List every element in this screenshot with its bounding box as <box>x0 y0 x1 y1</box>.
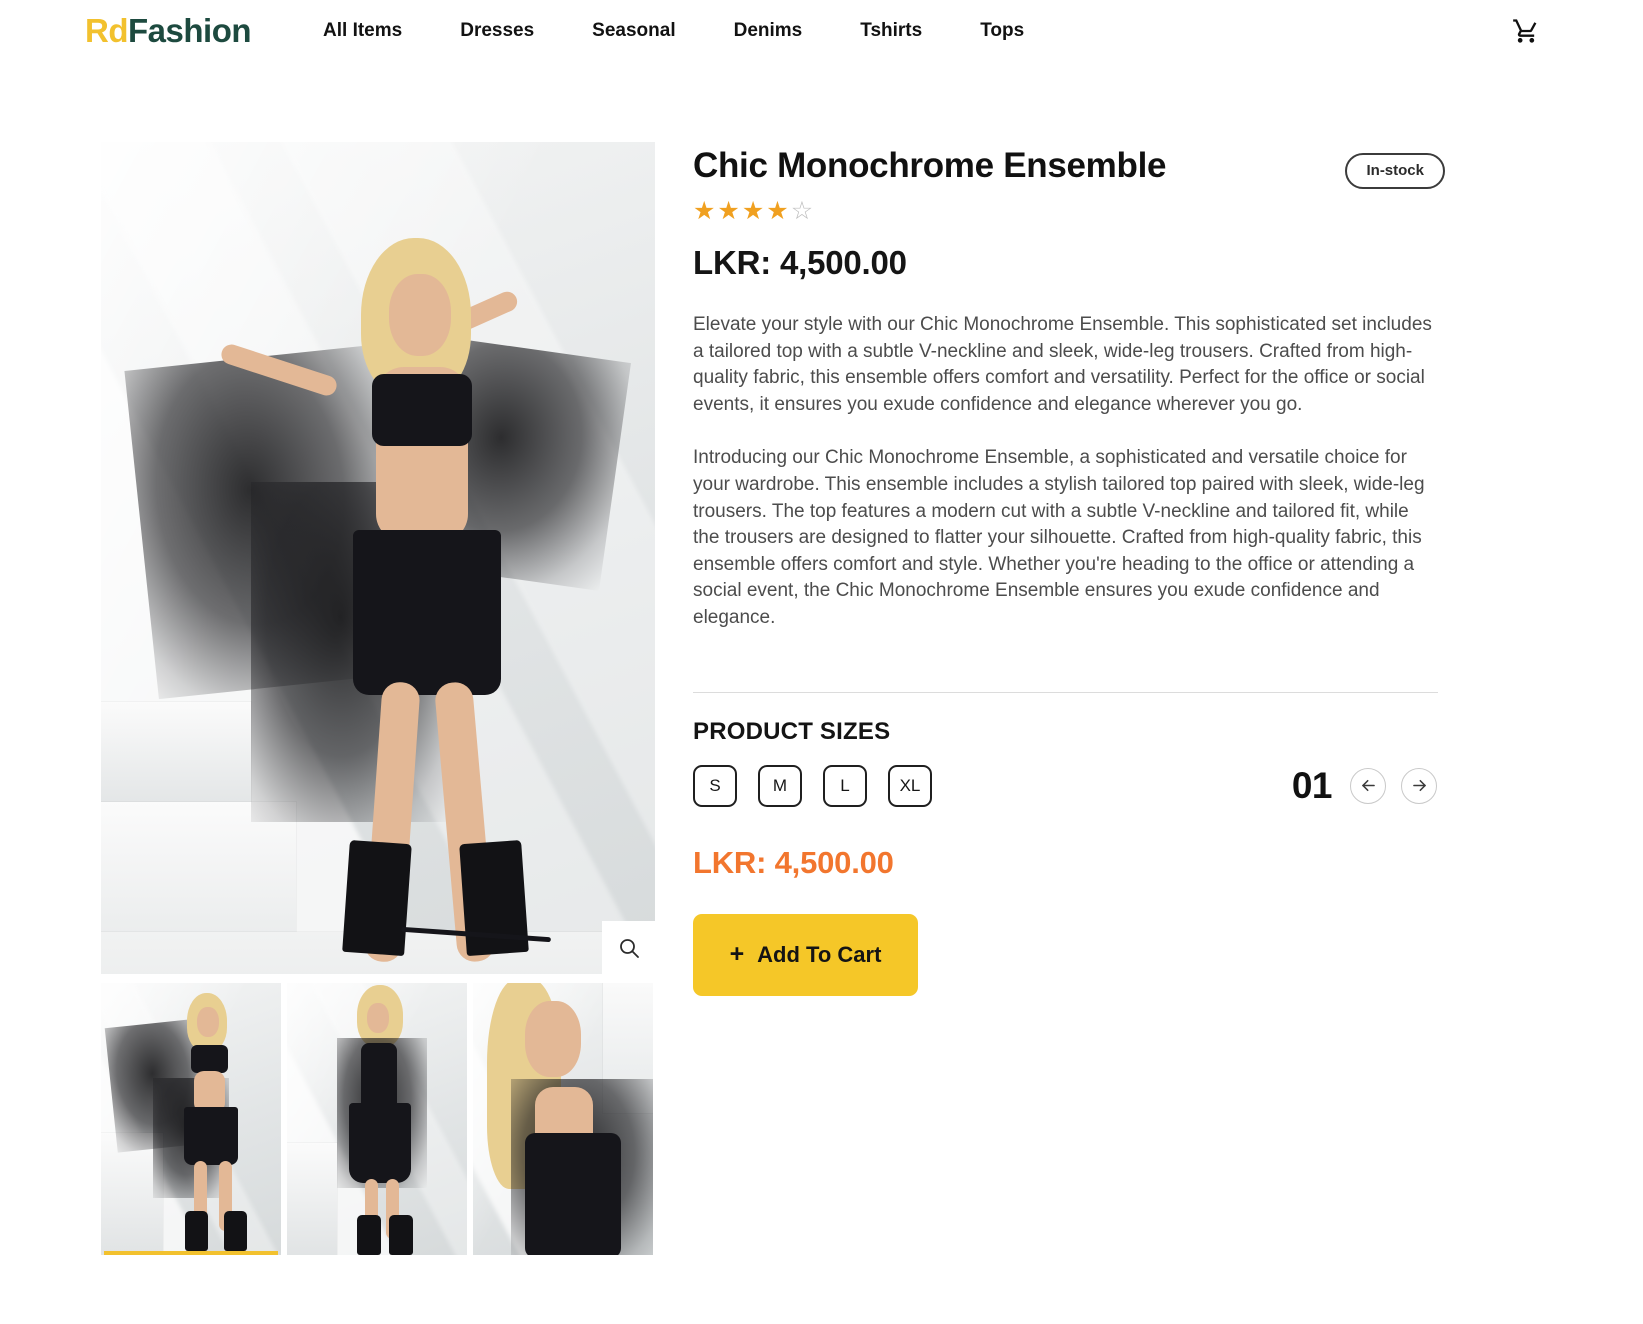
shopping-cart-icon <box>1512 17 1540 45</box>
brand-logo-prefix: Rd <box>85 12 129 49</box>
quantity-decrement-button[interactable] <box>1350 767 1386 804</box>
star-empty-5: ☆ <box>790 197 814 225</box>
page-title: Chic Monochrome Ensemble <box>693 146 1167 185</box>
thumbnail-2[interactable] <box>473 983 653 1255</box>
size-option-xl[interactable]: XL <box>888 764 932 807</box>
thumbnail-1-photo <box>287 983 467 1255</box>
nav-item-seasonal[interactable]: Seasonal <box>592 20 675 42</box>
nav-item-tshirts[interactable]: Tshirts <box>860 20 922 42</box>
image-zoom-button[interactable] <box>602 921 655 974</box>
star-filled-4: ★ <box>766 197 789 225</box>
nav-item-all-items[interactable]: All Items <box>323 20 402 42</box>
quantity-stepper: 01 <box>1292 765 1437 807</box>
main-nav: All Items Dresses Seasonal Denims Tshirt… <box>323 20 1509 42</box>
quantity-value: 01 <box>1291 764 1333 806</box>
description-paragraph-2: Introducing our Chic Monochrome Ensemble… <box>693 447 1425 628</box>
thumbnail-2-photo <box>473 983 653 1255</box>
star-filled-2: ★ <box>717 197 740 225</box>
nav-item-dresses[interactable]: Dresses <box>460 20 534 42</box>
product-sizes-heading: PRODUCT SIZES <box>693 717 891 745</box>
product-description: Elevate your style with our Chic Monochr… <box>693 312 1445 632</box>
title-row: Chic Monochrome Ensemble In-stock <box>693 146 1445 189</box>
status-badge: In-stock <box>1345 153 1445 189</box>
star-filled-1: ★ <box>693 197 716 225</box>
size-options: S M L XL <box>693 764 932 807</box>
rating-stars: ★ ★ ★ ★ ☆ <box>693 199 1445 224</box>
cart-button[interactable] <box>1509 14 1543 48</box>
brand-logo-suffix: Fashion <box>128 12 252 49</box>
section-divider <box>693 691 1438 693</box>
size-option-m[interactable]: M <box>758 764 802 807</box>
hero-image-photo <box>101 142 655 974</box>
nav-item-denims[interactable]: Denims <box>734 20 803 42</box>
product-price: LKR: 4,500.00 <box>693 244 907 281</box>
product-gallery <box>101 142 655 1255</box>
star-filled-3: ★ <box>741 197 765 225</box>
size-option-s[interactable]: S <box>693 764 737 807</box>
selected-total-price: LKR: 4,500.00 <box>693 844 894 880</box>
quantity-increment-button[interactable] <box>1401 767 1437 804</box>
arrow-left-icon <box>1359 776 1378 795</box>
size-option-l[interactable]: L <box>823 764 867 807</box>
product-info: Chic Monochrome Ensemble In-stock ★ ★ ★ … <box>693 142 1445 996</box>
hero-image[interactable] <box>101 142 655 974</box>
thumbnail-1[interactable] <box>287 983 467 1255</box>
product-detail-page: Chic Monochrome Ensemble In-stock ★ ★ ★ … <box>0 62 1643 1255</box>
add-to-cart-label: Add To Cart <box>757 941 882 967</box>
site-header: RdFashion All Items Dresses Seasonal Den… <box>0 0 1643 62</box>
description-paragraph-1: Elevate your style with our Chic Monochr… <box>693 314 1432 415</box>
arrow-right-icon <box>1410 776 1429 795</box>
plus-icon: + <box>729 940 745 969</box>
add-to-cart-button[interactable]: + Add To Cart <box>693 913 918 996</box>
nav-item-tops[interactable]: Tops <box>980 20 1024 42</box>
sizes-and-quantity-row: S M L XL 01 <box>693 764 1438 807</box>
thumbnail-0-photo <box>101 983 281 1255</box>
magnifier-icon <box>617 936 641 960</box>
brand-logo[interactable]: RdFashion <box>85 12 252 50</box>
thumbnail-0[interactable] <box>101 983 281 1255</box>
thumbnail-strip <box>101 983 655 1255</box>
